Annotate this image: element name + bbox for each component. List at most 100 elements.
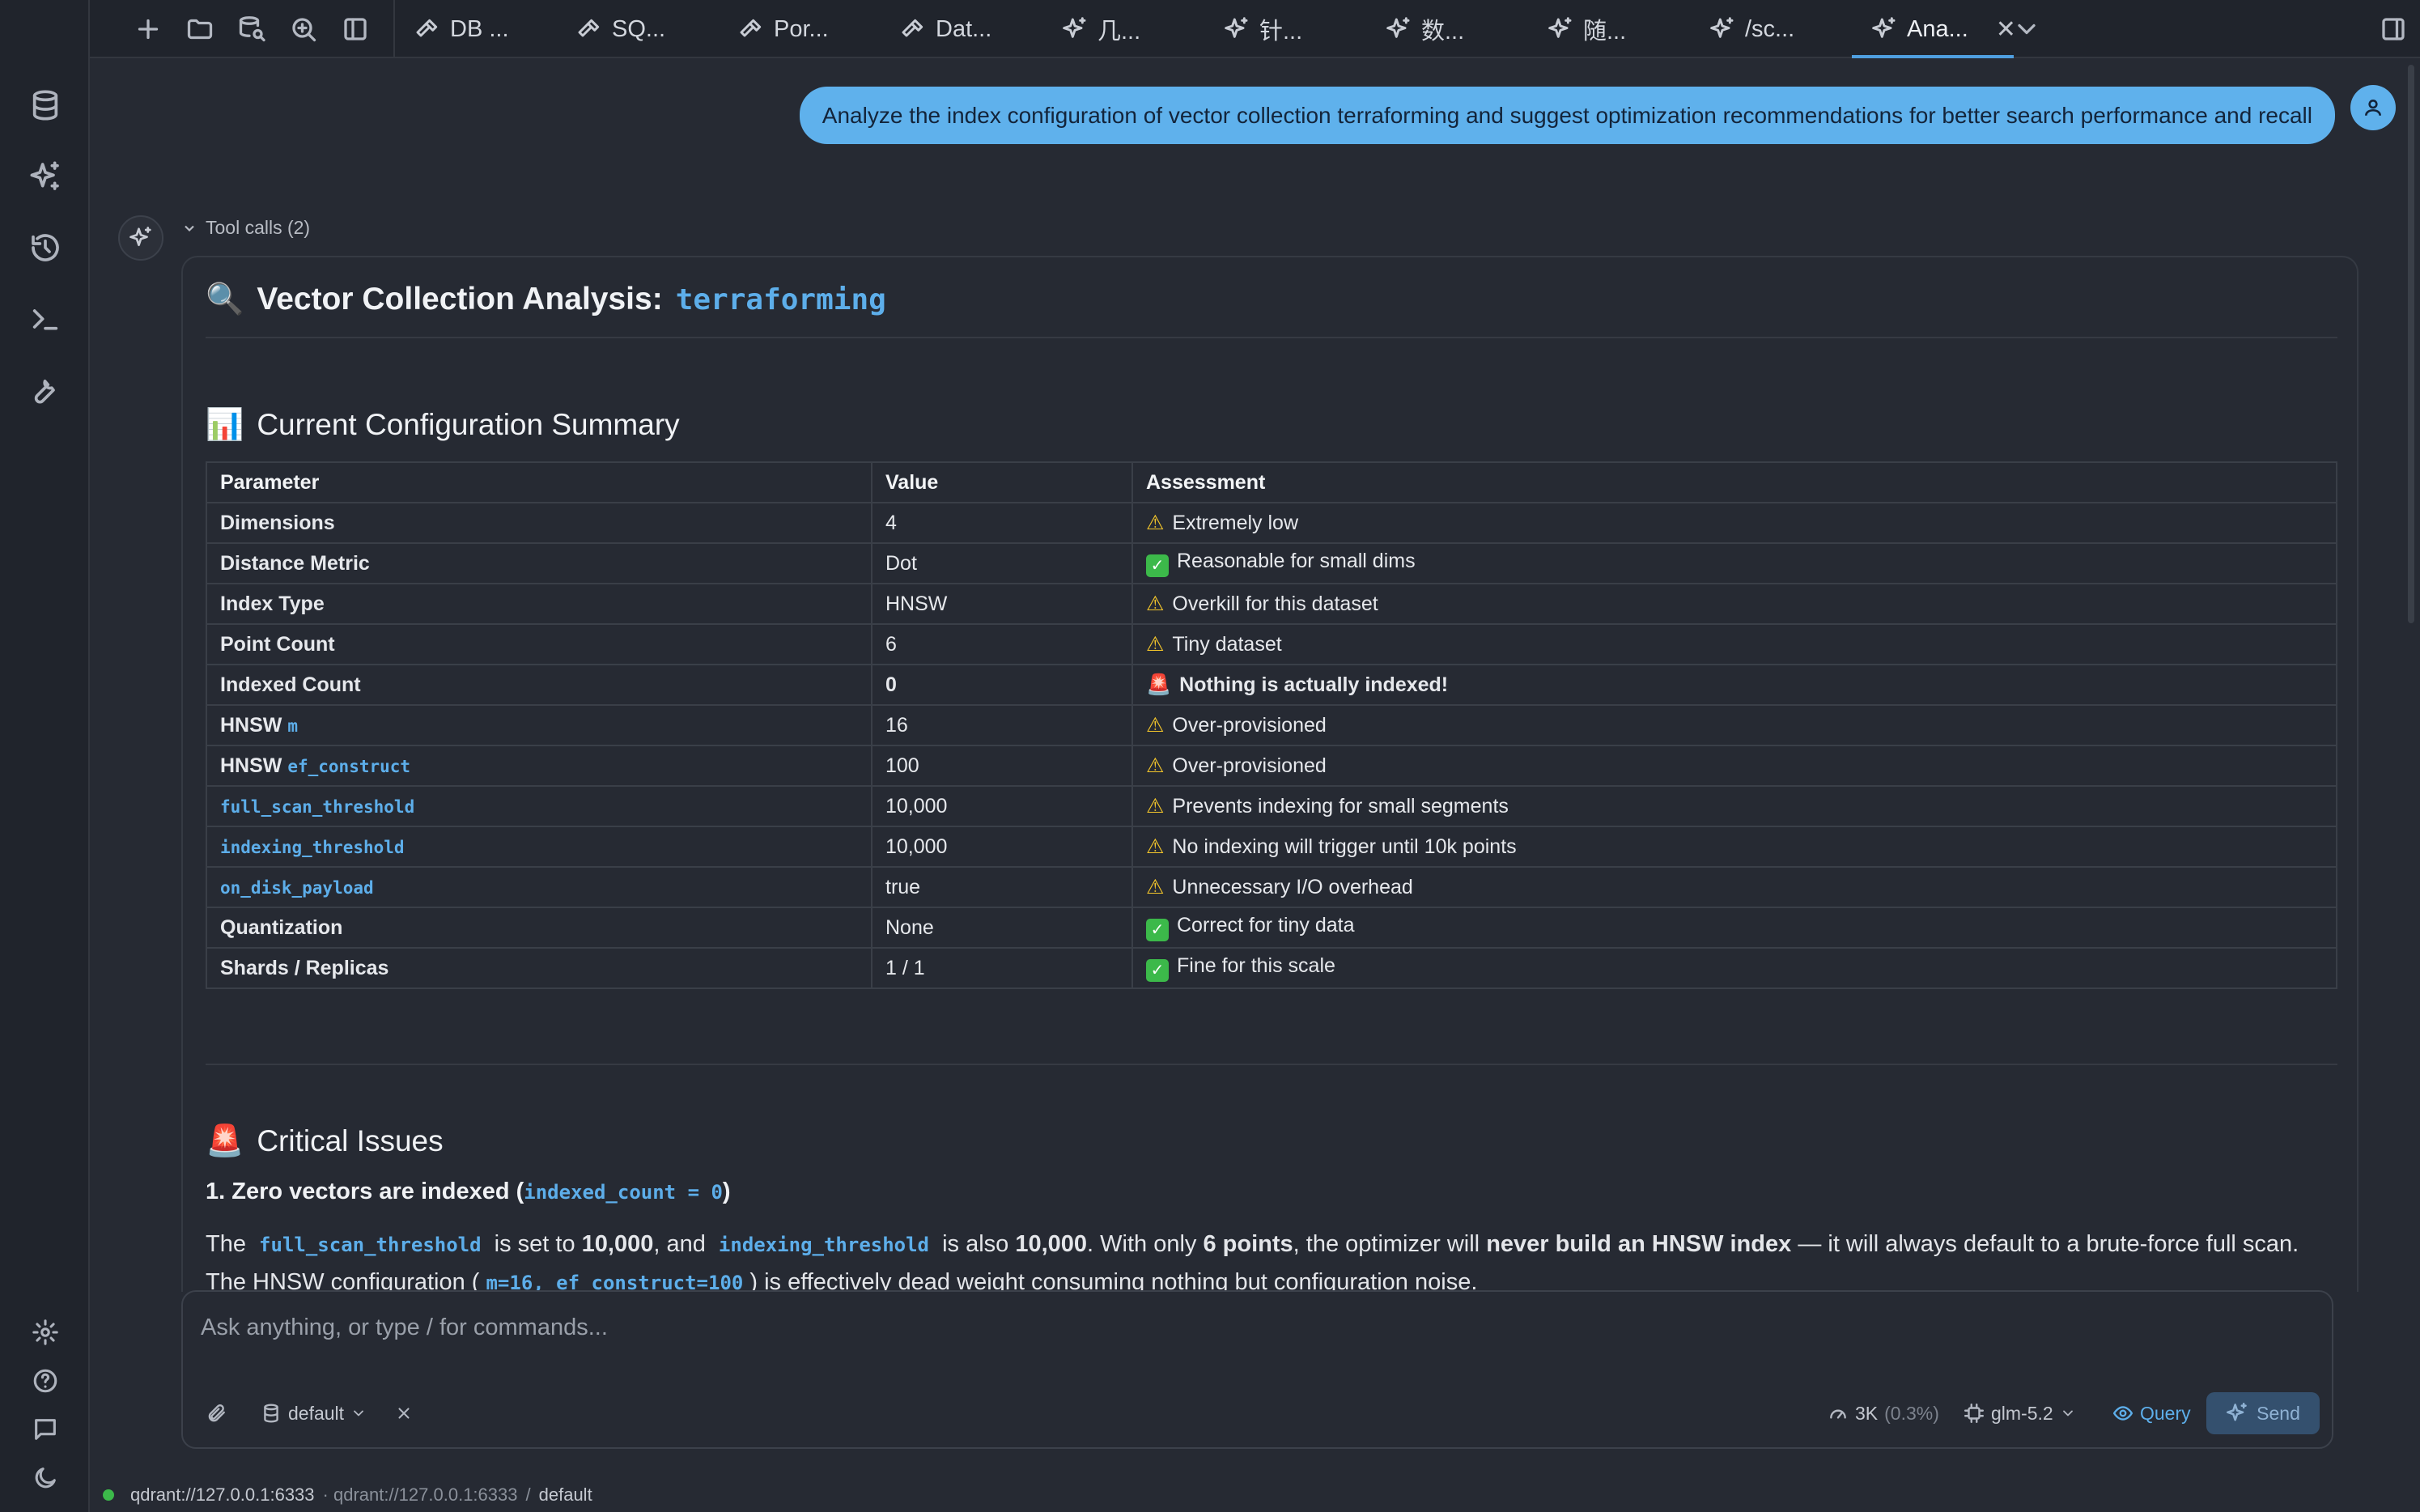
critical-issues-heading: 🚨 Critical Issues [206,1123,2337,1159]
tab[interactable]: DB ... [395,0,557,58]
tab-label: Por... [774,15,829,42]
assessment-cell: ⚠ Tiny dataset [1131,623,2337,665]
inline-code: full_scan_threshold [259,1234,482,1256]
param-cell: Dimensions [206,502,872,544]
token-count: 3K [1855,1402,1879,1424]
assessment-text: Prevents indexing for small segments [1172,795,1509,818]
summary-heading-text: Current Configuration Summary [257,408,680,441]
assessment-cell: ⚠ Over-provisioned [1131,745,2337,787]
param-name: Indexed Count [220,673,361,696]
check-icon: ✓ [1146,918,1169,941]
inline-code: indexed_count = 0 [524,1181,723,1204]
chat-input[interactable] [201,1308,2305,1347]
sidebar-toggle-icon[interactable] [334,8,376,50]
chat-scrollbar[interactable] [2408,65,2414,623]
assessment-cell: ✓ Fine for this scale [1131,947,2337,989]
hammer-icon [902,19,923,37]
tab[interactable]: Ana... ✕ [1852,0,2016,58]
tab[interactable]: 随... [1528,0,1690,58]
attach-paperclip-icon[interactable] [206,1397,227,1429]
query-mode-label: Query [2140,1402,2191,1424]
zoom-search-icon[interactable] [282,8,325,50]
send-button[interactable]: Send [2206,1392,2320,1434]
assessment-cell: ⚠ Prevents indexing for small segments [1131,785,2337,827]
param-code: m [287,716,298,736]
sparkles-icon [1872,17,1896,38]
value-cell: 1 / 1 [871,947,1133,989]
param-cell: Indexed Count [206,664,872,706]
database-icon[interactable] [0,70,90,141]
param-name: Dimensions [220,511,335,534]
clear-collection-close-icon[interactable] [395,1397,413,1429]
status-bar: qdrant://127.0.0.1:6333 · qdrant://127.0… [90,1478,2420,1512]
model-label: glm-5.2 [1991,1402,2053,1424]
summary-heading: 📊 Current Configuration Summary [206,407,2337,443]
breadcrumb-connection[interactable]: · qdrant://127.0.0.1:6333 [323,1484,518,1506]
assistant-avatar-icon [118,215,163,261]
tab-label: /sc... [1745,15,1795,42]
tab[interactable]: 数... [1366,0,1528,58]
chat-composer: default 3K (0.3%) glm-5.2 Query Send [181,1290,2333,1449]
value-cell: 10,000 [871,826,1133,868]
open-folder-icon[interactable] [179,8,221,50]
tab[interactable]: Por... [719,0,881,58]
tab-label: 针... [1259,19,1303,45]
ai-sparkles-icon[interactable] [0,141,90,212]
connection-status-dot-icon [103,1489,114,1501]
hammer-icon [578,19,600,37]
tab-label: 随... [1583,19,1627,45]
database-search-icon[interactable] [231,8,273,50]
connection-label[interactable]: qdrant://127.0.0.1:6333 [130,1484,315,1506]
warning-icon: ⚠ [1146,795,1165,818]
sparkles-icon [1063,17,1086,38]
assessment-text: Correct for tiny data [1177,914,1355,937]
tab[interactable]: 针... [1204,0,1366,58]
sparkles-icon [1548,17,1572,38]
siren-icon: 🚨 [1146,673,1172,696]
assessment-text: Nothing is actually indexed! [1179,673,1449,696]
check-icon: ✓ [1146,958,1169,982]
param-cell: HNSW ef_construct [206,745,872,787]
model-selector[interactable]: glm-5.2 [1964,1397,2076,1429]
breadcrumb-database[interactable]: default [539,1484,592,1506]
tab[interactable]: Dat... [881,0,1042,58]
new-tab-plus-icon[interactable] [127,8,169,50]
history-icon[interactable] [0,212,90,283]
assessment-text: Extremely low [1172,512,1299,534]
tab[interactable]: /sc... [1690,0,1852,58]
tool-calls-toggle[interactable]: Tool calls (2) [181,217,310,239]
warning-icon: ⚠ [1146,835,1165,858]
theme-moon-icon[interactable] [0,1442,90,1512]
tab[interactable]: SQ... [557,0,719,58]
param-cell: Index Type [206,583,872,625]
column-header: Value [871,461,1133,503]
token-usage: 3K (0.3%) [1828,1397,1939,1429]
query-mode-toggle[interactable]: Query [2112,1397,2191,1429]
chevron-down-icon [354,1410,363,1416]
param-name: Index Type [220,592,325,615]
table-row: on_disk_payload true ⚠ Unnecessary I/O over… [206,866,2337,908]
collection-selector[interactable]: default [261,1397,367,1429]
chip-icon [1964,1403,1985,1424]
tab[interactable]: 几... [1042,0,1204,58]
terminal-icon[interactable] [0,283,90,355]
tabs-overflow-chevron-icon[interactable] [2006,8,2048,50]
table-row: indexing_threshold 10,000 ⚠ No indexing wil… [206,826,2337,868]
assessment-text: Over-provisioned [1172,714,1327,737]
critical-heading-text: Critical Issues [257,1124,444,1157]
answer-title: 🔍 Vector Collection Analysis: terraformi… [206,270,2337,329]
collection-label: default [288,1402,345,1424]
inline-code: m=16, ef_construct=100 [486,1272,744,1292]
right-panel-toggle-icon[interactable] [2372,8,2414,50]
text: The [206,1231,246,1257]
warning-icon: ⚠ [1146,592,1165,615]
warning-icon: ⚠ [1146,512,1165,534]
table-row: Distance Metric Dot ✓ Reasonable for small … [206,542,2337,584]
sparkles-icon [1386,17,1410,38]
strong-text: 10,000 [1015,1231,1088,1257]
param-cell: Quantization [206,907,872,949]
value-cell: 4 [871,502,1133,544]
wrench-icon[interactable] [0,355,90,426]
param-name: Quantization [220,915,343,939]
value-cell: 0 [871,664,1133,706]
